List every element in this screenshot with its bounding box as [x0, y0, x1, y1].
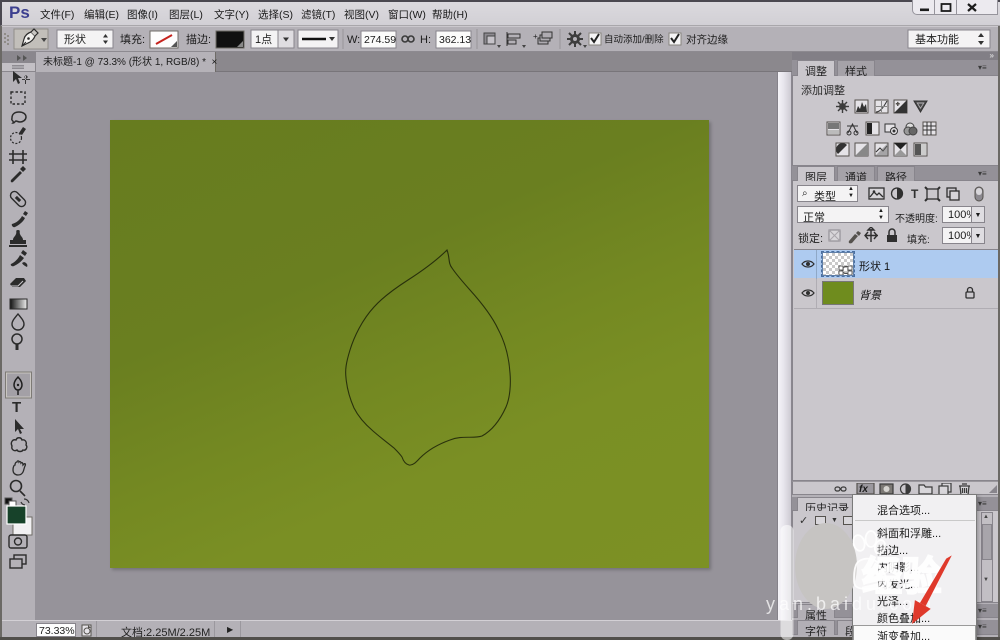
svg-text:+: + — [533, 32, 538, 41]
svg-text:362.13: 362.13 — [439, 34, 471, 46]
svg-text:描边:: 描边: — [186, 32, 211, 46]
svg-text:274.59: 274.59 — [364, 34, 396, 46]
svg-text:1点: 1点 — [255, 33, 272, 46]
svg-text:H:: H: — [420, 34, 431, 46]
svg-text:yan.baidu.com: yan.baidu.com — [766, 594, 935, 614]
svg-text:填充:: 填充: — [120, 32, 145, 46]
svg-text:基本功能: 基本功能 — [915, 32, 959, 46]
svg-text:T: T — [12, 399, 21, 416]
svg-text:对齐边缘: 对齐边缘 — [686, 33, 728, 46]
svg-text:自动添加/删除: 自动添加/删除 — [604, 34, 664, 46]
svg-text:形状: 形状 — [64, 32, 86, 46]
svg-text:W:: W: — [347, 34, 360, 46]
svg-text:T: T — [911, 187, 919, 201]
svg-text:+: + — [896, 102, 900, 108]
